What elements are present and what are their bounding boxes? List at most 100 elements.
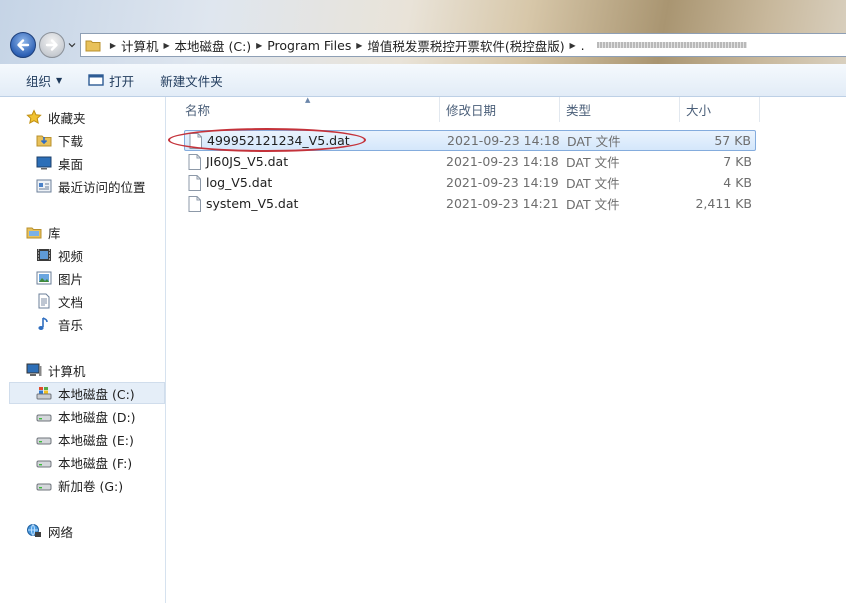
breadcrumb-computer[interactable]: 计算机 (121, 36, 159, 55)
file-date: 2021-09-23 14:18 (447, 133, 560, 148)
sidebar-item-recent-places[interactable]: 最近访问的位置 (10, 175, 165, 197)
open-button[interactable]: 打开 (80, 69, 142, 91)
sidebar-label: 桌面 (58, 156, 84, 172)
hard-drive-icon (36, 460, 52, 468)
breadcrumb-separator[interactable]: ▶ (253, 41, 265, 50)
caret-down-icon: ▼ (56, 75, 63, 85)
table-row[interactable]: system_V5.dat 2021-09-23 14:21 DAT 文件 2,… (184, 193, 756, 214)
sidebar-group-computer[interactable]: 计算机 (16, 359, 171, 381)
sidebar-group-favorites[interactable]: 收藏夹 (16, 106, 171, 128)
column-header-label: 修改日期 (446, 103, 497, 118)
sidebar-label: 库 (48, 225, 61, 241)
file-name-cell: JI60JS_V5.dat (188, 153, 288, 170)
arrow-right-icon (45, 39, 58, 51)
sidebar-item-pictures[interactable]: 图片 (10, 267, 165, 289)
sidebar-label: 图片 (58, 271, 84, 287)
sidebar-label: 本地磁盘 (C:) (58, 386, 135, 402)
file-size: 2,411 KB (695, 196, 752, 211)
sidebar-item-drive-d[interactable]: 本地磁盘 (D:) (10, 405, 165, 427)
new-folder-label: 新建文件夹 (160, 73, 223, 89)
file-icon (188, 195, 201, 212)
sidebar-group-network[interactable]: 网络 (16, 520, 171, 542)
sidebar-item-downloads[interactable]: 下载 (10, 129, 165, 151)
new-folder-button[interactable]: 新建文件夹 (152, 69, 231, 91)
sidebar-label: 视频 (58, 248, 84, 264)
sidebar-label: 下载 (58, 133, 84, 149)
column-header-size[interactable]: 大小 (680, 97, 760, 122)
file-date: 2021-09-23 14:19 (446, 175, 559, 190)
file-type: DAT 文件 (566, 197, 620, 212)
recent-places-icon (36, 179, 52, 193)
sidebar-item-drive-f[interactable]: 本地磁盘 (F:) (10, 451, 165, 473)
file-name-cell: system_V5.dat (188, 195, 298, 212)
breadcrumb-program-files[interactable]: Program Files (267, 38, 351, 53)
file-size: 57 KB (714, 133, 751, 148)
sidebar-item-documents[interactable]: 文档 (10, 290, 165, 312)
window-titlebar: ▶ 计算机 ▶ 本地磁盘 (C:) ▶ Program Files ▶ 增值税发… (0, 0, 846, 64)
picture-icon (36, 271, 52, 285)
hard-drive-icon (36, 414, 52, 422)
file-type: DAT 文件 (566, 155, 620, 170)
breadcrumb-software-folder[interactable]: 增值税发票税控开票软件(税控盘版) (367, 36, 564, 55)
file-type: DAT 文件 (567, 134, 621, 149)
sort-ascending-icon: ▲ (305, 96, 311, 104)
breadcrumb-separator[interactable]: ▶ (161, 41, 173, 50)
file-name-cell: log_V5.dat (188, 174, 273, 191)
sidebar-label: 本地磁盘 (D:) (58, 409, 136, 425)
sidebar-item-music[interactable]: 音乐 (10, 313, 165, 335)
breadcrumb-drive-c[interactable]: 本地磁盘 (C:) (175, 36, 252, 55)
column-header-label: 大小 (686, 103, 712, 118)
sidebar-item-videos[interactable]: 视频 (10, 244, 165, 266)
downloads-folder-icon (36, 135, 52, 147)
system-drive-icon (36, 387, 52, 400)
sidebar-label: 音乐 (58, 317, 84, 333)
organize-label: 组织 (26, 73, 52, 89)
breadcrumb-separator[interactable]: ▶ (353, 41, 365, 50)
sidebar-item-drive-c[interactable]: 本地磁盘 (C:) (9, 382, 165, 404)
file-name: log_V5.dat (206, 175, 273, 190)
sidebar-item-drive-g[interactable]: 新加卷 (G:) (10, 474, 165, 496)
sidebar-label: 新加卷 (G:) (58, 478, 124, 494)
address-bar[interactable]: ▶ 计算机 ▶ 本地磁盘 (C:) ▶ Program Files ▶ 增值税发… (80, 33, 846, 57)
forward-button[interactable] (39, 32, 65, 58)
chevron-down-icon[interactable] (67, 40, 77, 50)
column-header-label: 类型 (566, 103, 592, 118)
file-icon (188, 174, 201, 191)
redacted-path (596, 42, 747, 48)
sidebar-group-libraries[interactable]: 库 (16, 221, 171, 243)
column-header-date[interactable]: 修改日期 (440, 97, 560, 122)
network-icon (27, 524, 41, 537)
sidebar-label: 网络 (48, 524, 74, 540)
file-size: 4 KB (723, 175, 752, 190)
desktop-icon (36, 156, 52, 170)
hard-drive-icon (36, 483, 52, 491)
open-label: 打开 (109, 73, 135, 89)
breadcrumb-separator[interactable]: ▶ (107, 41, 119, 50)
sidebar-label: 本地磁盘 (F:) (58, 455, 133, 471)
library-icon (26, 227, 42, 239)
file-size: 7 KB (723, 154, 752, 169)
video-icon (37, 249, 51, 261)
window-icon (88, 74, 104, 86)
table-row[interactable]: JI60JS_V5.dat 2021-09-23 14:18 DAT 文件 7 … (184, 151, 756, 172)
command-toolbar: 组织 ▼ 打开 新建文件夹 (0, 64, 846, 97)
column-header-type[interactable]: 类型 (560, 97, 680, 122)
sidebar-item-drive-e[interactable]: 本地磁盘 (E:) (10, 428, 165, 450)
file-date: 2021-09-23 14:21 (446, 196, 559, 211)
back-button[interactable] (10, 32, 36, 58)
annotation-circle (168, 128, 366, 152)
column-header-label: 名称 (185, 103, 211, 118)
sidebar-item-desktop[interactable]: 桌面 (10, 152, 165, 174)
file-type: DAT 文件 (566, 176, 620, 191)
column-header-name[interactable]: 名称 ▲ (167, 96, 440, 122)
sidebar-label: 文档 (58, 294, 84, 310)
organize-button[interactable]: 组织 ▼ (18, 69, 70, 91)
music-note-icon (38, 317, 48, 330)
sidebar-label: 最近访问的位置 (58, 179, 146, 195)
navigation-pane: 收藏夹 下载 桌面 最近访问的位置 库 视频 图片 文档 音乐 计算机 本地磁盘… (0, 97, 166, 603)
breadcrumb-separator[interactable]: ▶ (567, 41, 579, 50)
table-row[interactable]: log_V5.dat 2021-09-23 14:19 DAT 文件 4 KB (184, 172, 756, 193)
folder-icon (85, 40, 101, 52)
file-icon (188, 153, 201, 170)
arrow-left-icon (17, 39, 30, 51)
